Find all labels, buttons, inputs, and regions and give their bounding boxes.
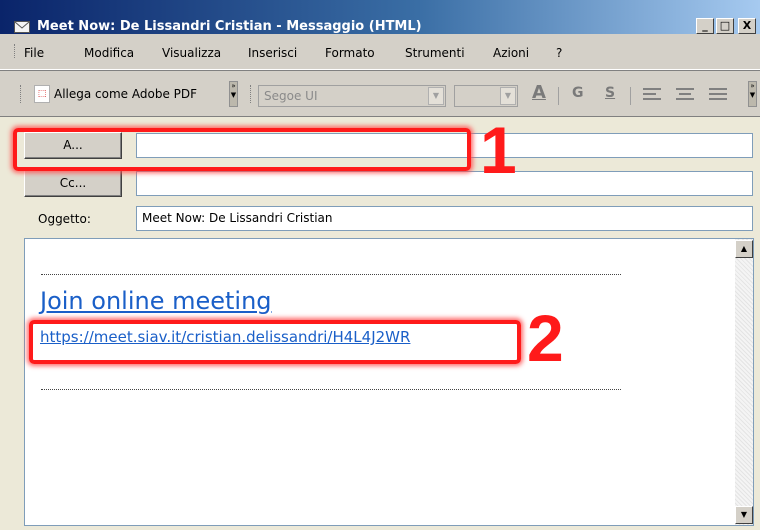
align-left-icon[interactable] <box>643 88 661 102</box>
scroll-up-icon[interactable]: ▲ <box>735 240 753 258</box>
divider-line <box>41 389 621 390</box>
menu-azioni[interactable]: Azioni <box>493 46 529 60</box>
font-color-button[interactable]: A <box>532 82 546 103</box>
attach-pdf-label: Allega come Adobe PDF <box>54 87 198 101</box>
menu-strumenti[interactable]: Strumenti <box>405 46 465 60</box>
menubar-grip-icon[interactable] <box>14 44 17 58</box>
attach-pdf-button[interactable]: ⬚ Allega come Adobe PDF <box>34 82 197 106</box>
maximize-button[interactable]: □ <box>716 18 734 34</box>
align-center-icon[interactable] <box>676 88 694 102</box>
pdf-icon: ⬚ <box>34 85 50 103</box>
toolbar-grip-icon[interactable] <box>250 85 253 103</box>
bullet-list-icon[interactable] <box>709 88 727 102</box>
chevron-down-icon[interactable]: ▼ <box>500 87 516 105</box>
envelope-icon <box>14 21 30 33</box>
annotation-number-1: 1 <box>480 113 517 187</box>
underline-button[interactable]: S <box>605 85 615 101</box>
font-name-combo[interactable]: Segoe UI ▼ <box>258 85 446 107</box>
menu-help[interactable]: ? <box>556 46 562 60</box>
minimize-button[interactable]: _ <box>696 18 714 34</box>
menu-bar: File Modifica Visualizza Inserisci Forma… <box>0 34 760 70</box>
scroll-down-icon[interactable]: ▼ <box>735 506 753 524</box>
menu-modifica[interactable]: Modifica <box>84 46 134 60</box>
vertical-scrollbar[interactable]: ▲ ▼ <box>735 239 753 525</box>
menu-file[interactable]: File <box>24 46 44 60</box>
menu-visualizza[interactable]: Visualizza <box>162 46 221 60</box>
toolbar-separator <box>558 87 559 105</box>
close-button[interactable]: X <box>738 18 756 34</box>
toolbar-overflow-icon[interactable]: » ▼ <box>748 81 757 107</box>
font-size-combo[interactable]: ▼ <box>454 85 518 107</box>
subject-label: Oggetto: <box>38 212 91 226</box>
message-body[interactable]: Join online meeting https://meet.siav.it… <box>24 238 754 526</box>
subject-input[interactable]: Meet Now: De Lissandri Cristian <box>136 206 753 231</box>
cc-input[interactable] <box>136 171 753 196</box>
menu-inserisci[interactable]: Inserisci <box>248 46 297 60</box>
window-controls: _ □ X <box>696 18 756 34</box>
toolbar-overflow-icon[interactable]: » ▼ <box>229 81 238 107</box>
toolbar-separator <box>630 87 631 105</box>
bold-button[interactable]: G <box>572 85 584 101</box>
font-name-value: Segoe UI <box>264 89 318 103</box>
chevron-down-icon[interactable]: ▼ <box>428 87 444 105</box>
divider-line <box>41 274 621 275</box>
window-title: Meet Now: De Lissandri Cristian - Messag… <box>37 19 422 34</box>
highlight-box-meeting-link <box>29 320 521 364</box>
menu-formato[interactable]: Formato <box>325 46 375 60</box>
join-meeting-link[interactable]: Join online meeting <box>40 287 272 315</box>
cc-button[interactable]: Cc... <box>24 170 122 197</box>
annotation-number-2: 2 <box>527 301 564 375</box>
formatting-toolbar: ⬚ Allega come Adobe PDF » ▼ Segoe UI ▼ ▼ … <box>0 70 760 117</box>
window-titlebar: Meet Now: De Lissandri Cristian - Messag… <box>0 0 760 34</box>
highlight-box-to-field <box>13 128 471 171</box>
toolbar-grip-icon[interactable] <box>20 85 23 103</box>
